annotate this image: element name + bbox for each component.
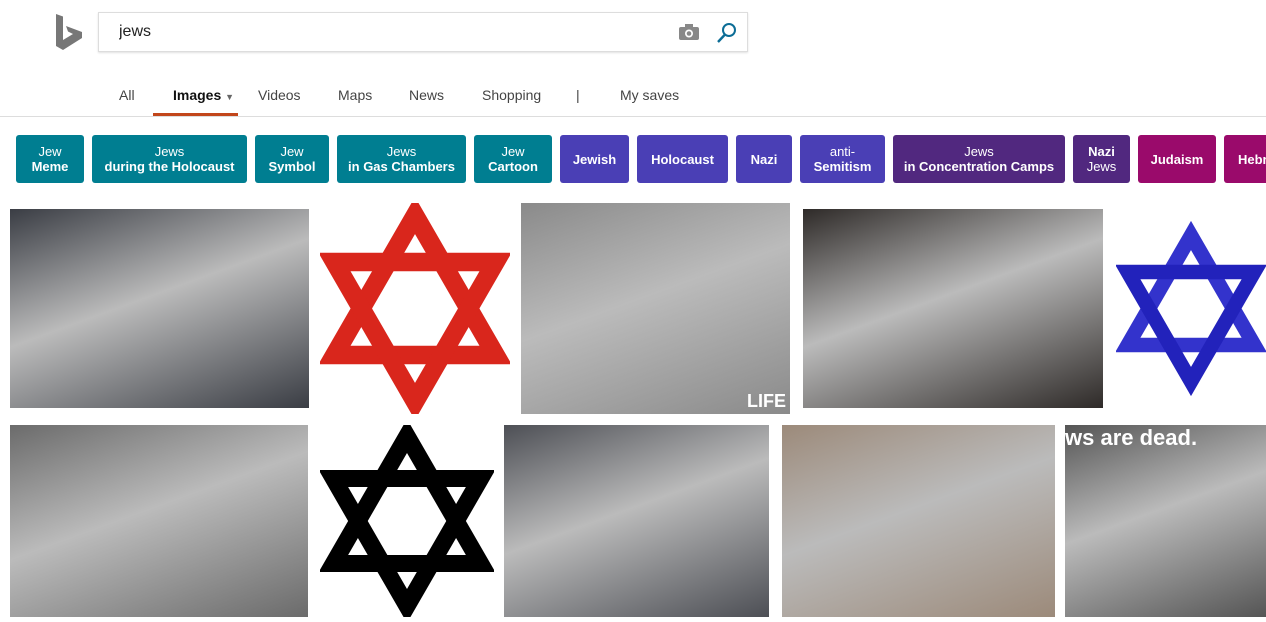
image-result[interactable] [320, 203, 510, 414]
chip-label: Symbol [268, 159, 316, 174]
image-result[interactable] [803, 209, 1103, 408]
search-input[interactable] [119, 23, 659, 41]
tab--: | [576, 87, 580, 103]
chip-label: during the Holocaust [104, 159, 235, 174]
tab-all[interactable]: All [119, 87, 135, 103]
tab-my-saves[interactable]: My saves [620, 87, 679, 103]
chip-label-top: Nazi [1088, 144, 1115, 159]
chip-label-top: Jews [964, 144, 994, 159]
image-result[interactable] [782, 425, 1055, 617]
tab-maps[interactable]: Maps [338, 87, 372, 103]
bing-logo[interactable] [56, 14, 84, 55]
search-box[interactable] [98, 12, 748, 52]
chip-label-top: Jew [38, 144, 62, 159]
image-result[interactable] [504, 425, 769, 617]
chip-label-top: Jew [280, 144, 304, 159]
tab-images[interactable]: Images ▼ [173, 87, 234, 103]
related-search-chip[interactable]: Nazi Jews [1073, 135, 1130, 183]
related-search-chip[interactable]: Nazi [736, 135, 792, 183]
image-result[interactable]: ws are dead. [1065, 425, 1266, 617]
chip-label: Jewish [572, 151, 617, 167]
related-search-chip[interactable]: Jew Cartoon [474, 135, 552, 183]
chip-label: Holocaust [651, 151, 714, 167]
chip-label: Semitism [813, 159, 872, 174]
active-tab-indicator [153, 113, 238, 116]
chip-label: Jews [1086, 159, 1117, 174]
image-result[interactable] [10, 425, 308, 617]
image-caption: ws are dead. [1065, 425, 1198, 450]
chip-label-top: anti- [829, 144, 856, 159]
related-search-chip[interactable]: Jews in Gas Chambers [337, 135, 466, 183]
related-search-chip[interactable]: anti- Semitism [800, 135, 885, 183]
chip-label: Hebr [1238, 151, 1266, 167]
star-of-david-icon [320, 203, 510, 414]
tab-news[interactable]: News [409, 87, 444, 103]
related-search-chip[interactable]: Jew Symbol [255, 135, 329, 183]
chevron-down-icon[interactable]: ▼ [225, 92, 234, 102]
related-search-chip[interactable]: Jew Meme [16, 135, 84, 183]
image-result[interactable]: LIFE [521, 203, 790, 414]
image-caption: LIFE [747, 391, 786, 411]
chip-label: in Concentration Camps [903, 159, 1055, 174]
search-icon[interactable] [716, 22, 738, 49]
image-result[interactable] [320, 425, 494, 617]
star-of-david-icon [320, 425, 494, 617]
image-result[interactable] [1116, 203, 1266, 414]
related-search-chip[interactable]: Holocaust [637, 135, 728, 183]
camera-icon[interactable] [679, 24, 699, 45]
star-of-david-icon [1116, 220, 1266, 414]
related-search-chip[interactable]: Jews in Concentration Camps [893, 135, 1065, 183]
chip-label: Meme [31, 159, 69, 174]
chip-label: Cartoon [488, 159, 538, 174]
chip-label-top: Jew [501, 144, 525, 159]
related-search-chip[interactable]: Jewish [560, 135, 629, 183]
related-search-chip[interactable]: Jews during the Holocaust [92, 135, 247, 183]
tab-videos[interactable]: Videos [258, 87, 301, 103]
chip-label-top: Jews [154, 144, 185, 159]
chip-label: in Gas Chambers [348, 159, 455, 174]
tab-shopping[interactable]: Shopping [482, 87, 541, 103]
related-search-chip[interactable]: Hebr [1224, 135, 1266, 183]
image-result[interactable] [10, 209, 309, 408]
nav-tabs: All Images ▼ Videos Maps News Shopping | My sav… [0, 87, 1266, 117]
chip-label-top: Jews [386, 144, 417, 159]
chip-label: Judaism [1150, 151, 1204, 167]
chip-label: Nazi [750, 151, 778, 167]
related-search-chip[interactable]: Judaism [1138, 135, 1216, 183]
